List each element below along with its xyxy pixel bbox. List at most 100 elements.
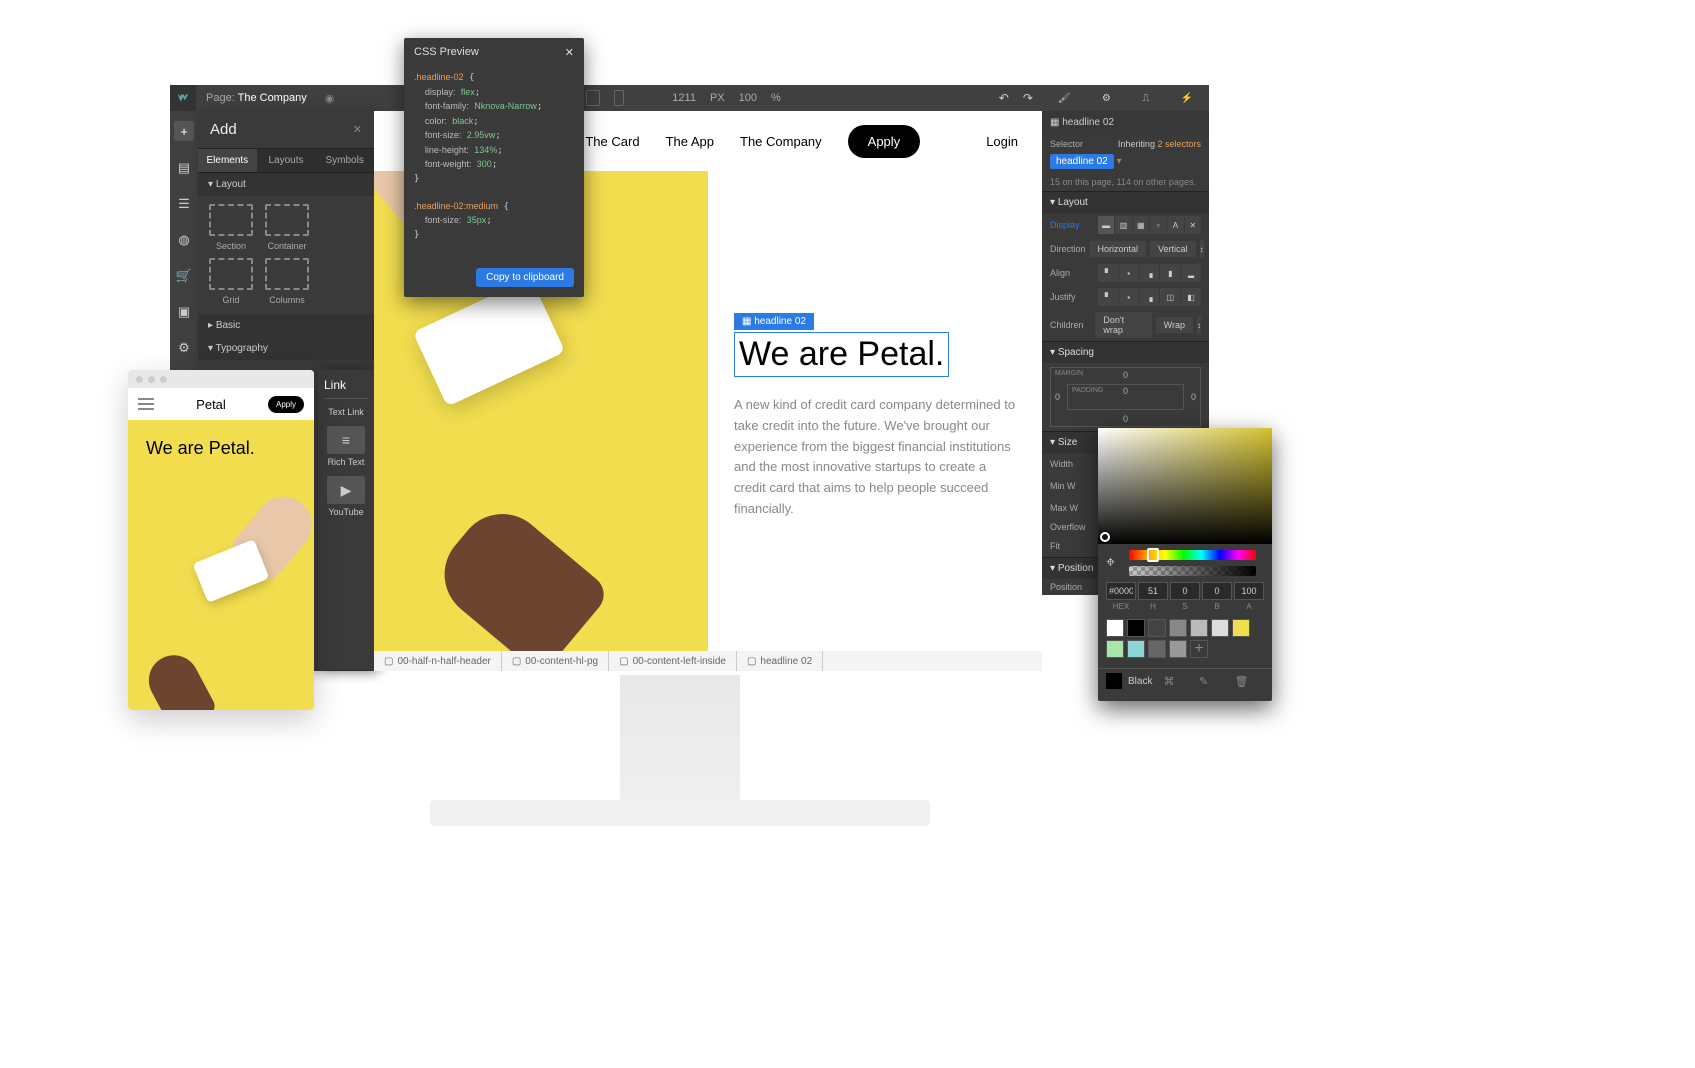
edit-swatch-icon[interactable]: ✎ [1199, 675, 1229, 688]
element-rich-text[interactable]: ≡Rich Text [324, 426, 368, 468]
hex-input[interactable] [1106, 582, 1136, 600]
direction-horizontal[interactable]: Horizontal [1090, 241, 1147, 257]
apply-button[interactable]: Apply [848, 125, 921, 158]
picker-handle-icon[interactable] [1100, 532, 1110, 542]
section-layout[interactable]: ▾ Layout [198, 173, 374, 196]
headline-selected[interactable]: We are Petal. [734, 332, 949, 377]
swatch[interactable] [1127, 619, 1145, 637]
justify-between-icon[interactable]: ◫ [1160, 288, 1180, 306]
canvas-width[interactable]: 1211 [672, 92, 696, 104]
h-input[interactable] [1138, 582, 1168, 600]
swatch[interactable] [1148, 619, 1166, 637]
tab-elements[interactable]: Elements [198, 149, 257, 172]
swatch[interactable] [1148, 640, 1166, 658]
effects-tab-icon[interactable]: ⚡ [1181, 93, 1193, 104]
style-tab-icon[interactable]: 🖌 [1058, 93, 1071, 104]
delete-swatch-icon[interactable]: 🗑 [1235, 675, 1265, 688]
nav-link[interactable]: The App [666, 134, 714, 149]
justify-end-icon[interactable]: ▗ [1140, 288, 1160, 306]
swatch[interactable] [1106, 640, 1124, 658]
swatch[interactable] [1106, 619, 1124, 637]
nav-link[interactable]: The Company [740, 134, 822, 149]
ecommerce-icon[interactable]: 🛒 [175, 267, 193, 285]
hamburger-icon[interactable] [138, 398, 154, 410]
section-spacing[interactable]: ▾ Spacing [1042, 341, 1209, 363]
swatch[interactable] [1211, 619, 1229, 637]
eyedropper-icon[interactable]: ⌖ [1106, 554, 1115, 572]
swatch[interactable] [1232, 619, 1250, 637]
element-section[interactable]: Section [206, 204, 256, 252]
interactions-tab-icon[interactable]: ⎍ [1142, 93, 1149, 104]
hue-slider[interactable] [1129, 550, 1256, 560]
s-input[interactable] [1170, 582, 1200, 600]
align-stretch-icon[interactable]: ▮ [1160, 264, 1180, 282]
alpha-slider[interactable] [1129, 566, 1256, 576]
justify-start-icon[interactable]: ▘ [1098, 288, 1118, 306]
element-columns[interactable]: Columns [262, 258, 312, 306]
section-layout[interactable]: ▾ Layout [1042, 191, 1209, 213]
color-gradient[interactable] [1098, 428, 1272, 544]
mobile-apply-button[interactable]: Apply [268, 396, 304, 413]
align-end-icon[interactable]: ▗ [1140, 264, 1160, 282]
element-text-link[interactable]: Text Link [324, 407, 368, 418]
display-grid-icon[interactable]: ▦ [1133, 216, 1149, 234]
viewport-mobile-icon[interactable] [614, 90, 624, 106]
display-none-icon[interactable]: ✕ [1185, 216, 1201, 234]
settings-icon[interactable]: ⚙ [175, 339, 193, 357]
align-baseline-icon[interactable]: ▂ [1181, 264, 1201, 282]
children-wrap[interactable]: Wrap [1156, 317, 1193, 333]
preview-icon[interactable]: ◉ [325, 92, 335, 105]
login-link[interactable]: Login [986, 134, 1018, 149]
add-swatch-icon[interactable]: + [1190, 640, 1208, 658]
align-center-icon[interactable]: ▪ [1119, 264, 1139, 282]
display-inline-icon[interactable]: A [1167, 216, 1183, 234]
b-input[interactable] [1202, 582, 1232, 600]
element-youtube[interactable]: ▶YouTube [324, 476, 368, 518]
swatch[interactable] [1190, 619, 1208, 637]
section-typography[interactable]: ▾ Typography [198, 337, 374, 360]
element-container[interactable]: Container [262, 204, 312, 252]
display-block-icon[interactable]: ▬ [1098, 216, 1114, 234]
link-swatch-icon[interactable]: ⌘ [1164, 675, 1194, 688]
swatch[interactable] [1169, 640, 1187, 658]
swatch[interactable] [1127, 640, 1145, 658]
swatch[interactable] [1169, 619, 1187, 637]
selector-chip[interactable]: headline 02 [1050, 154, 1114, 169]
pages-icon[interactable]: ▤ [175, 159, 193, 177]
display-flex-icon[interactable]: ▥ [1115, 216, 1131, 234]
cms-icon[interactable]: ◍ [175, 231, 193, 249]
direction-vertical[interactable]: Vertical [1150, 241, 1196, 257]
justify-center-icon[interactable]: ▪ [1119, 288, 1139, 306]
tab-layouts[interactable]: Layouts [257, 149, 316, 172]
justify-around-icon[interactable]: ◧ [1181, 288, 1201, 306]
children-reverse-icon[interactable]: ↕ [1197, 316, 1201, 334]
children-nowrap[interactable]: Don't wrap [1095, 312, 1151, 338]
copy-clipboard-button[interactable]: Copy to clipboard [476, 268, 574, 287]
spacing-box[interactable]: MARGIN 0 0 0 0 PADDING 0 [1050, 367, 1201, 427]
tab-symbols[interactable]: Symbols [315, 149, 374, 172]
crumb[interactable]: ▢ headline 02 [737, 651, 823, 671]
add-icon[interactable]: + [174, 121, 194, 141]
redo-icon[interactable]: ↷ [1023, 91, 1033, 105]
close-icon[interactable]: ✕ [353, 123, 362, 136]
direction-reverse-icon[interactable]: ↕ [1200, 240, 1204, 258]
align-start-icon[interactable]: ▘ [1098, 264, 1118, 282]
element-grid[interactable]: Grid [206, 258, 256, 306]
display-inline-block-icon[interactable]: ▫ [1150, 216, 1166, 234]
crumb[interactable]: ▢ 00-content-hl-pg [502, 651, 609, 671]
undo-icon[interactable]: ↶ [999, 91, 1009, 105]
body-paragraph[interactable]: A new kind of credit card company determ… [734, 395, 1016, 520]
assets-icon[interactable]: ▣ [175, 303, 193, 321]
settings-tab-icon[interactable]: ⚙ [1102, 93, 1111, 104]
swatches: + [1098, 613, 1272, 664]
canvas-zoom[interactable]: 100 [739, 92, 757, 104]
close-icon[interactable]: ✕ [565, 46, 574, 59]
crumb[interactable]: ▢ 00-content-left-inside [609, 651, 737, 671]
section-basic[interactable]: ▸ Basic [198, 314, 374, 337]
nav-link[interactable]: The Card [585, 134, 639, 149]
viewport-tablet-icon[interactable] [586, 90, 600, 106]
webflow-logo-icon[interactable] [170, 85, 196, 111]
navigator-icon[interactable]: ☰ [175, 195, 193, 213]
crumb[interactable]: ▢ 00-half-n-half-header [374, 651, 502, 671]
a-input[interactable] [1234, 582, 1264, 600]
